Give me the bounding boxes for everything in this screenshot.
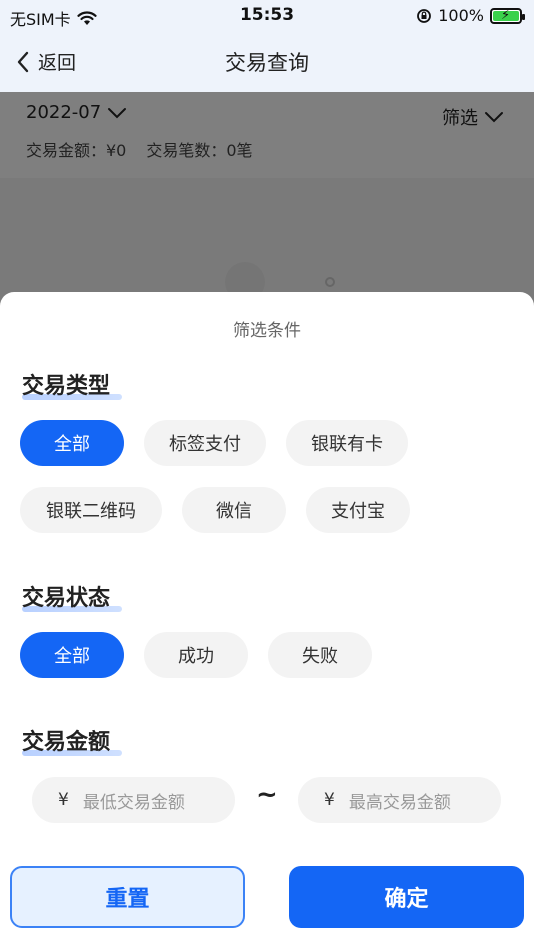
type-chip-alipay[interactable]: 支付宝	[306, 487, 410, 533]
status-section-title: 交易状态	[22, 580, 122, 612]
amount-section-title: 交易金额	[22, 724, 122, 756]
status-chip-all[interactable]: 全部	[20, 632, 124, 678]
nav-bar: 返回 交易查询	[0, 32, 534, 92]
filter-sheet: 筛选条件 交易类型 全部 标签支付 银联有卡 银联二维码 微信 支付宝 交易状态…	[0, 292, 534, 950]
type-chip-unionpay-card[interactable]: 银联有卡	[286, 420, 408, 466]
currency-symbol: ¥	[324, 790, 335, 810]
currency-symbol: ¥	[58, 790, 69, 810]
battery-icon: ⚡	[490, 7, 525, 24]
type-chip-unionpay-qr[interactable]: 银联二维码	[20, 487, 162, 533]
confirm-button[interactable]: 确定	[289, 866, 524, 928]
max-amount-placeholder: 最高交易金额	[348, 792, 451, 813]
orientation-lock-icon	[417, 8, 432, 23]
status-chip-success[interactable]: 成功	[144, 632, 248, 678]
type-chip-all[interactable]: 全部	[20, 420, 124, 466]
reset-button[interactable]: 重置	[10, 866, 245, 928]
sheet-title: 筛选条件	[233, 321, 301, 341]
battery-percent: 100%	[438, 6, 484, 25]
status-chip-failed[interactable]: 失败	[268, 632, 372, 678]
type-section-title: 交易类型	[22, 368, 122, 400]
status-right: 100% ⚡	[416, 6, 525, 25]
min-amount-placeholder: 最低交易金额	[82, 792, 185, 813]
status-bar: 无SIM卡 15:53 100% ⚡	[0, 0, 534, 32]
range-separator: ~	[256, 780, 278, 810]
type-chip-wechat[interactable]: 微信	[182, 487, 286, 533]
min-amount-input[interactable]: ¥ 最低交易金额	[32, 777, 235, 823]
page-title: 交易查询	[225, 51, 309, 75]
type-chip-tag-pay[interactable]: 标签支付	[144, 420, 266, 466]
max-amount-input[interactable]: ¥ 最高交易金额	[298, 777, 501, 823]
